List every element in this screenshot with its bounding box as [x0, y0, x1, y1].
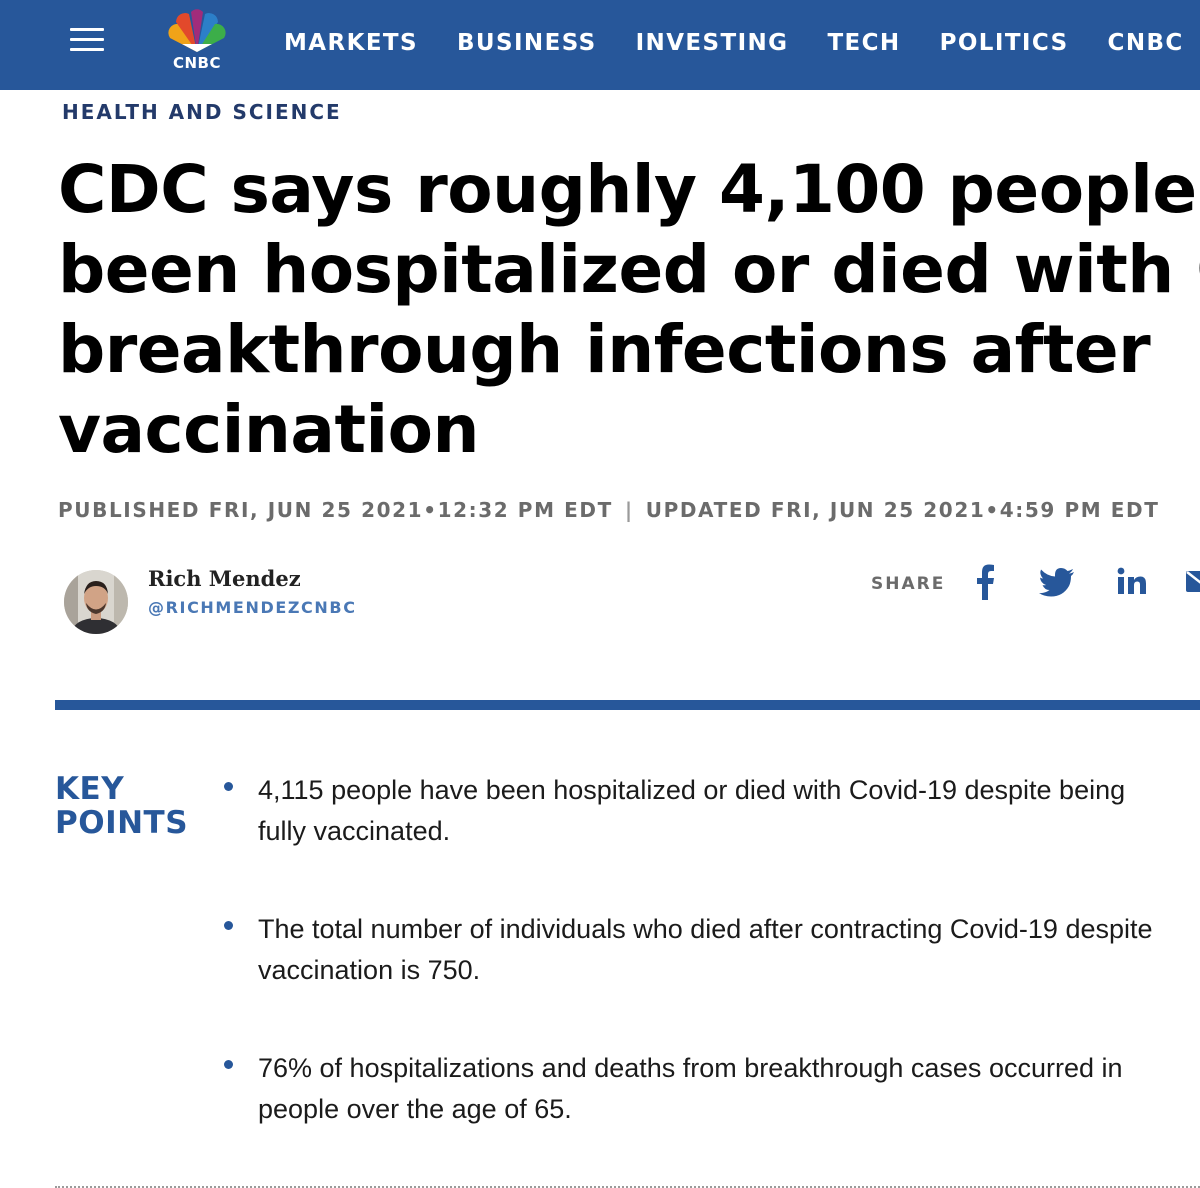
main-nav: MARKETS BUSINESS INVESTING TECH POLITICS CNBC: [284, 30, 1200, 56]
twitter-icon[interactable]: [1038, 560, 1078, 604]
email-icon[interactable]: [1184, 560, 1200, 604]
nav-tech[interactable]: TECH: [827, 30, 900, 56]
author-avatar[interactable]: [64, 570, 128, 634]
article-page: CNBC MARKETS BUSINESS INVESTING TECH POLITIC…: [0, 0, 1200, 1188]
hamburger-menu-icon[interactable]: [70, 28, 104, 52]
facebook-icon[interactable]: [970, 560, 1000, 604]
key-point-item: 76% of hospitalizations and deaths from …: [220, 1048, 1180, 1130]
author-name[interactable]: Rich Mendez: [148, 566, 301, 591]
headline-line: breakthrough infections after: [58, 311, 1151, 388]
key-point-text: 76% of hospitalizations and deaths from …: [258, 1053, 1123, 1124]
key-points-list: 4,115 people have been hospitalized or d…: [220, 770, 1180, 1187]
linkedin-icon[interactable]: [1112, 560, 1152, 604]
headline-line: CDC says roughly 4,100 people have: [58, 151, 1200, 228]
headline-line: been hospitalized or died with Covid: [58, 231, 1200, 308]
section-divider: [55, 700, 1200, 710]
cnbc-logo[interactable]: CNBC: [156, 8, 238, 72]
timestamps: PUBLISHED FRI, JUN 25 2021•12:32 PM EDT |…: [58, 498, 1159, 522]
peacock-icon: [168, 9, 226, 52]
key-point-item: 4,115 people have been hospitalized or d…: [220, 770, 1180, 852]
section-label[interactable]: HEALTH AND SCIENCE: [62, 100, 342, 124]
share-label: SHARE: [871, 574, 946, 594]
key-point-item: The total number of individuals who died…: [220, 909, 1180, 991]
headline-line: vaccination: [58, 391, 479, 468]
key-point-text: The total number of individuals who died…: [258, 914, 1153, 985]
nav-investing[interactable]: INVESTING: [636, 30, 789, 56]
nav-cnbc-tv[interactable]: CNBC: [1108, 30, 1184, 56]
key-point-text: 4,115 people have been hospitalized or d…: [258, 775, 1126, 846]
bullet-icon: [224, 782, 233, 791]
updated-time: UPDATED FRI, JUN 25 2021•4:59 PM EDT: [645, 498, 1160, 522]
bullet-icon: [224, 921, 233, 930]
bullet-icon: [224, 1060, 233, 1069]
nav-markets[interactable]: MARKETS: [284, 30, 418, 56]
nav-business[interactable]: BUSINESS: [457, 30, 597, 56]
logo-wordmark: CNBC: [172, 54, 221, 72]
nav-politics[interactable]: POLITICS: [940, 30, 1069, 56]
key-points-title: KEY POINTS: [55, 771, 189, 841]
author-handle[interactable]: @RICHMENDEZCNBC: [148, 598, 357, 617]
timestamp-divider: |: [624, 498, 634, 522]
top-nav-bar: CNBC MARKETS BUSINESS INVESTING TECH POLITIC…: [0, 0, 1200, 90]
avatar-photo: [64, 570, 128, 634]
published-time: PUBLISHED FRI, JUN 25 2021•12:32 PM EDT: [58, 498, 613, 522]
headline: CDC says roughly 4,100 people have been …: [58, 150, 1200, 470]
